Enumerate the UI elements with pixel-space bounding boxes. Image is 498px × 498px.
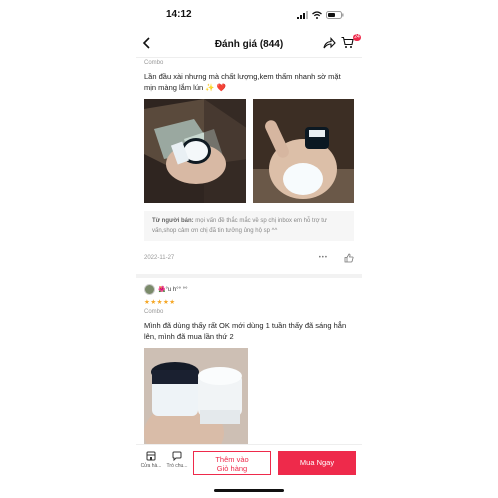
- review-emoji: ✨ ❤️: [205, 83, 227, 92]
- shop-label: Cửa hà...: [140, 463, 162, 469]
- wifi-icon: [312, 11, 322, 19]
- more-icon[interactable]: •••: [319, 255, 328, 261]
- signal-icon: [297, 11, 308, 19]
- review-variant: Combo: [144, 309, 164, 315]
- share-icon[interactable]: [323, 37, 336, 49]
- reviews-list: Combo Lần đầu xài nhưng mà chất lượng,ke…: [136, 58, 362, 454]
- home-indicator: [214, 489, 284, 492]
- add-to-cart-line1: Thêm vào: [215, 455, 249, 464]
- status-time: 14:12: [166, 9, 192, 20]
- add-to-cart-line2: Giỏ hàng: [216, 464, 248, 473]
- review-text-body: Lần đầu xài nhưng mà chất lượng,kem thấm…: [144, 72, 341, 92]
- like-icon[interactable]: [344, 253, 354, 263]
- shop-button[interactable]: Cửa hà...: [138, 451, 164, 469]
- bottom-action-bar: Cửa hà... Trò chu... Thêm vào Giỏ hàng M…: [136, 444, 362, 480]
- buy-now-button[interactable]: Mua Ngay: [278, 451, 356, 475]
- battery-icon: [326, 11, 344, 19]
- seller-reply-label: Từ người bán:: [152, 218, 194, 224]
- seller-reply: Từ người bán: mọi vấn đề thắc mắc về sp …: [144, 211, 354, 241]
- review-item: 🌺°u h°° °° ★★★★★ Combo Mình đã dùng thấy…: [136, 278, 362, 454]
- chat-button[interactable]: Trò chu...: [164, 451, 190, 469]
- review-user: 🌺°u h°° °°: [144, 284, 354, 295]
- chat-icon: [172, 451, 182, 461]
- review-photo[interactable]: [144, 348, 248, 454]
- review-meta: 2022-11-27 •••: [144, 252, 354, 264]
- review-photo[interactable]: [144, 99, 246, 203]
- review-stars: ★★★★★: [144, 299, 176, 306]
- avatar: [144, 284, 155, 295]
- page-header: Đánh giá (844) 24: [136, 30, 362, 58]
- review-username: 🌺°u h°° °°: [158, 287, 188, 293]
- status-bar: 14:12: [0, 9, 498, 23]
- chat-label: Trò chu...: [166, 463, 188, 469]
- review-item: Combo Lần đầu xài nhưng mà chất lượng,ke…: [136, 58, 362, 264]
- review-photo[interactable]: [252, 99, 354, 203]
- review-text: Lần đầu xài nhưng mà chất lượng,kem thấm…: [144, 71, 354, 93]
- review-date: 2022-11-27: [144, 255, 175, 261]
- review-text: Mình đã dùng thấy rất OK mới dùng 1 tuần…: [144, 321, 347, 341]
- review-variant: Combo: [144, 60, 164, 66]
- cart-count-badge: 24: [353, 34, 361, 41]
- review-photos: [144, 99, 354, 203]
- add-to-cart-button[interactable]: Thêm vào Giỏ hàng: [193, 451, 271, 475]
- shop-icon: [146, 451, 156, 461]
